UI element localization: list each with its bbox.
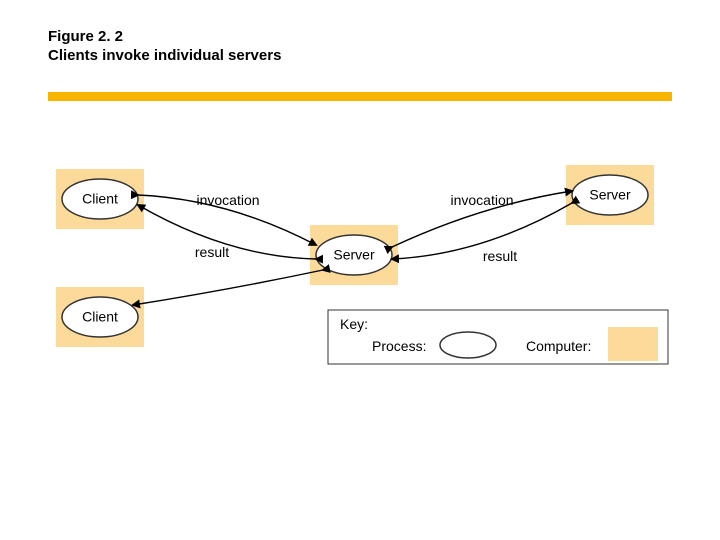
- server-mid-label: Server: [333, 247, 375, 263]
- server-mid-node: Server: [310, 225, 398, 285]
- legend-heading: Key:: [340, 316, 368, 332]
- invocation1-label: invocation: [196, 192, 259, 208]
- diagram-svg: Client Client Server Server invocation r…: [48, 155, 672, 405]
- edge-smid-sright: invocation result: [392, 191, 572, 264]
- edge-c1-smid: invocation result: [138, 192, 316, 260]
- figure-heading: Figure 2. 2 Clients invoke individual se…: [48, 28, 281, 64]
- figure-number: Figure 2. 2: [48, 28, 281, 45]
- legend-process-label: Process:: [372, 338, 426, 354]
- client2-node: Client: [56, 287, 144, 347]
- client2-label: Client: [82, 309, 118, 325]
- result1-label: result: [195, 244, 229, 260]
- legend-computer-label: Computer:: [526, 338, 591, 354]
- edge-c2-smid: [133, 270, 323, 305]
- server-right-node: Server: [566, 165, 654, 225]
- invocation2-label: invocation: [450, 192, 513, 208]
- gold-rule: [48, 92, 672, 101]
- server-right-label: Server: [589, 187, 631, 203]
- client1-node: Client: [56, 169, 144, 229]
- diagram: Client Client Server Server invocation r…: [48, 155, 672, 405]
- client1-label: Client: [82, 191, 118, 207]
- result2-label: result: [483, 248, 517, 264]
- legend-process-icon: [440, 332, 496, 358]
- legend: Key: Process: Computer:: [328, 310, 668, 364]
- legend-computer-icon: [608, 327, 658, 361]
- figure-title: Clients invoke individual servers: [48, 47, 281, 64]
